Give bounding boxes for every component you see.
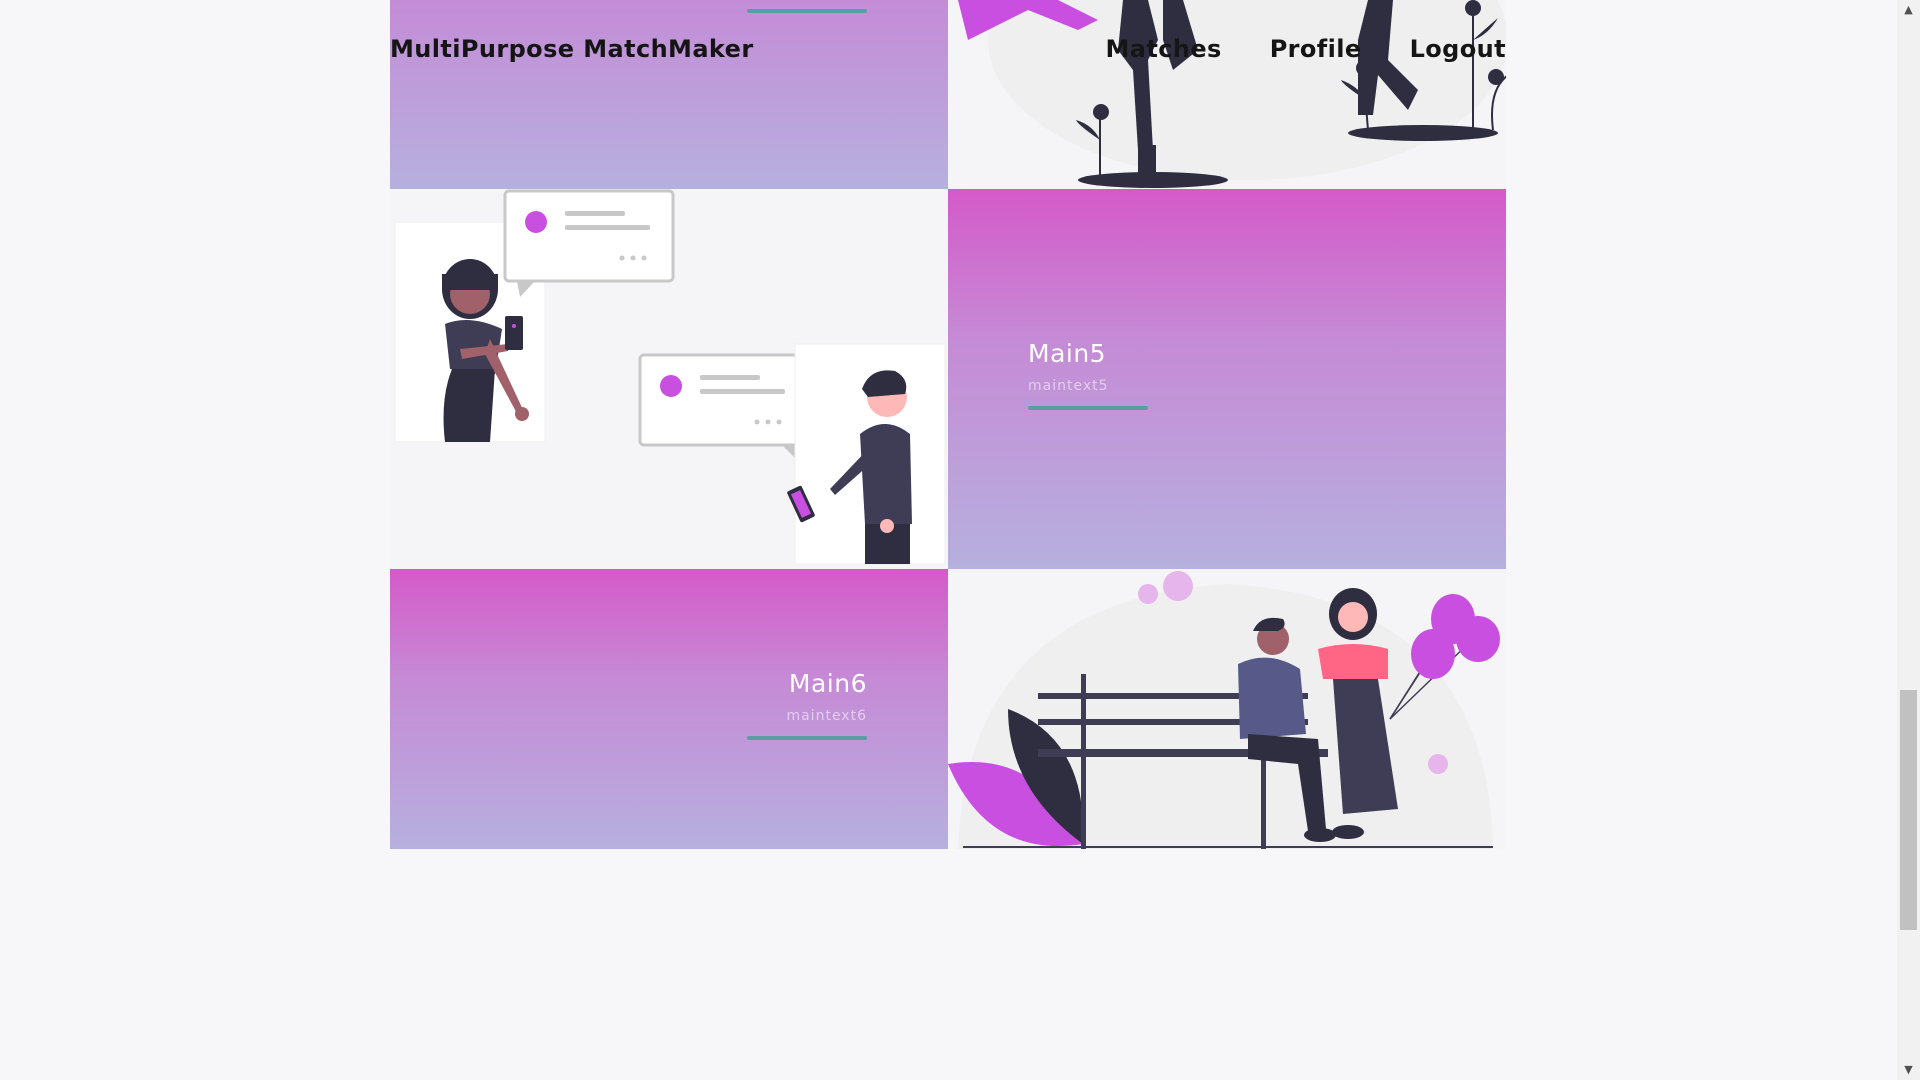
illustration-chatting — [390, 189, 948, 569]
card-accent-line — [747, 736, 867, 740]
illustration-bench-couple — [948, 569, 1506, 849]
nav-profile[interactable]: Profile — [1270, 35, 1362, 63]
nav-matches[interactable]: Matches — [1105, 35, 1221, 63]
page-scrollbar[interactable]: ▲ ▼ — [1897, 0, 1920, 1080]
card-accent-line — [747, 9, 867, 13]
card-title: Main5 — [1028, 339, 1107, 368]
nav-links: Matches Profile Logout — [1105, 35, 1506, 63]
card-subtitle: maintext6 — [786, 708, 867, 724]
navbar: MultiPurpose MatchMaker Matches Profile … — [390, 28, 1506, 72]
chatting-illustration — [394, 189, 946, 565]
nav-logout[interactable]: Logout — [1410, 35, 1506, 63]
scroll-down-arrow-icon[interactable]: ▼ — [1897, 1060, 1920, 1080]
brand-title[interactable]: MultiPurpose MatchMaker — [390, 35, 754, 63]
card-main6[interactable]: Main6 maintext6 — [390, 569, 948, 849]
scroll-thumb[interactable] — [1900, 690, 1917, 930]
card-accent-line — [1028, 406, 1148, 410]
card-main5-text: Main5 maintext5 — [1028, 339, 1148, 410]
page-viewport: MultiPurpose MatchMaker Matches Profile … — [0, 0, 1897, 1080]
scroll-up-arrow-icon[interactable]: ▲ — [1897, 0, 1920, 20]
card-main5[interactable]: Main5 maintext5 — [948, 189, 1506, 569]
bench-couple-illustration — [948, 571, 1500, 849]
card-subtitle: maintext5 — [1028, 378, 1109, 394]
card-main6-text: Main6 maintext6 — [747, 669, 867, 740]
card-title: Main6 — [788, 669, 867, 698]
